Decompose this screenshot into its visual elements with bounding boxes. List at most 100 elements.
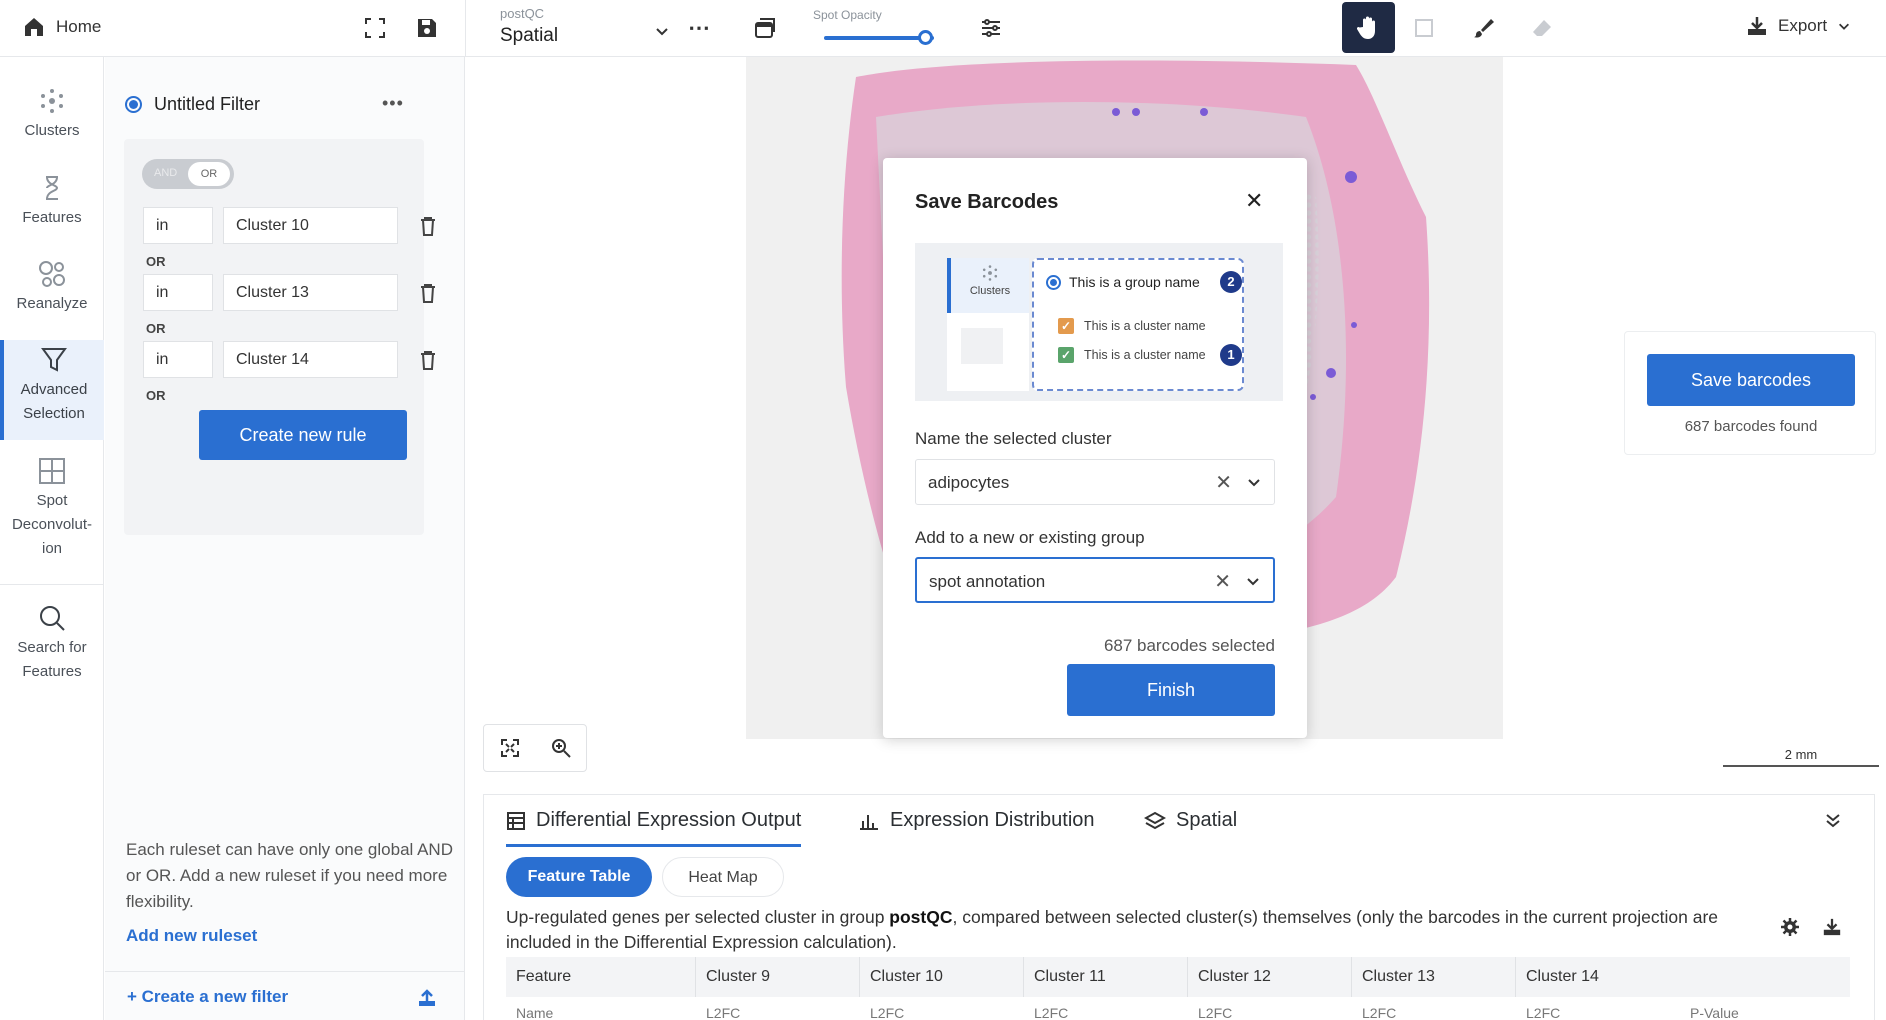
step-badge: 2 xyxy=(1220,271,1242,293)
subcolumn-header[interactable]: L2FC xyxy=(1516,997,1680,1020)
column-header[interactable]: Feature xyxy=(506,957,696,997)
trash-icon[interactable] xyxy=(420,283,436,303)
subcolumn-header[interactable]: L2FC xyxy=(1188,997,1352,1020)
rail-item-search-features[interactable]: Search for Features xyxy=(0,604,104,684)
illustration-group-label: This is a group name xyxy=(1069,274,1200,290)
table-icon xyxy=(507,811,525,830)
subcolumn-header[interactable]: L2FC xyxy=(1352,997,1516,1020)
column-header[interactable]: Cluster 13 xyxy=(1352,957,1516,997)
or-label: OR xyxy=(146,254,166,269)
fullscreen-icon[interactable] xyxy=(361,14,389,42)
rail-label: Reanalyze xyxy=(16,295,88,312)
settings-sliders-icon[interactable] xyxy=(977,14,1005,42)
barcodes-found-count: 687 barcodes found xyxy=(1684,418,1818,435)
rule-operator[interactable]: in xyxy=(143,207,213,244)
add-new-ruleset-link[interactable]: Add new ruleset xyxy=(126,926,257,946)
rail-item-reanalyze[interactable]: Reanalyze xyxy=(0,260,104,316)
create-new-filter-link[interactable]: + Create a new filter xyxy=(127,987,288,1007)
rail-item-advanced-selection[interactable]: Advanced Selection xyxy=(0,340,104,440)
tab-label: Expression Distribution xyxy=(890,809,1095,831)
tab-differential-expression[interactable]: Differential Expression Output xyxy=(506,809,802,847)
upload-icon[interactable] xyxy=(417,988,437,1008)
close-icon[interactable]: ✕ xyxy=(1245,188,1263,214)
clear-icon[interactable]: ✕ xyxy=(1214,569,1231,594)
illustration-placeholder xyxy=(961,328,1003,364)
barcodes-selected-count: 687 barcodes selected xyxy=(1103,636,1275,655)
group-select[interactable]: spot annotation ✕ xyxy=(915,557,1275,603)
rail-divider xyxy=(0,584,104,585)
column-header[interactable]: Cluster 11 xyxy=(1024,957,1188,997)
cluster-name-select[interactable]: adipocytes ✕ xyxy=(915,459,1275,505)
illustration-rail-label: Clusters xyxy=(969,285,1011,297)
tab-expression-distribution[interactable]: Expression Distribution xyxy=(858,809,1095,832)
top-bar: Home postQC Spatial ⋯ Spot Opacity Expor… xyxy=(0,0,1886,57)
clusters-icon xyxy=(951,264,1029,285)
brush-icon[interactable] xyxy=(1469,14,1497,42)
save-icon[interactable] xyxy=(413,14,441,42)
download-icon[interactable] xyxy=(1822,917,1842,937)
and-or-toggle[interactable]: AND OR xyxy=(142,159,234,189)
illustration-group-box: This is a group name 2 ✓ This is a clust… xyxy=(1032,258,1244,391)
rail-item-clusters[interactable]: Clusters xyxy=(0,87,104,143)
fit-to-screen-icon[interactable] xyxy=(484,725,535,771)
tab-spatial[interactable]: Spatial xyxy=(1144,809,1237,832)
table-subheader: Name L2FC L2FC L2FC L2FC L2FC L2FC P-Val… xyxy=(506,997,1850,1020)
subcolumn-header[interactable]: P-Value xyxy=(1680,997,1844,1020)
trash-icon[interactable] xyxy=(420,216,436,236)
save-barcodes-button[interactable]: Save barcodes xyxy=(1647,354,1855,406)
rule-value[interactable]: Cluster 14 xyxy=(223,341,398,378)
export-button[interactable]: Export xyxy=(1746,15,1851,37)
filter-radio[interactable] xyxy=(125,96,142,113)
subcolumn-header[interactable]: L2FC xyxy=(696,997,860,1020)
collapse-icon[interactable] xyxy=(1824,811,1842,829)
rule-value[interactable]: Cluster 10 xyxy=(223,207,398,244)
reanalyze-icon xyxy=(0,260,104,288)
or-label: OR xyxy=(146,321,166,336)
heat-map-pill[interactable]: Heat Map xyxy=(662,857,784,897)
grouping-illustration: Clusters This is a group name 2 ✓ This i… xyxy=(915,243,1283,401)
finish-button[interactable]: Finish xyxy=(1067,664,1275,716)
trash-icon[interactable] xyxy=(420,350,436,370)
ruleset-help-text: Each ruleset can have only one global AN… xyxy=(126,840,453,911)
zoom-in-icon[interactable] xyxy=(535,725,586,771)
column-header[interactable]: Cluster 10 xyxy=(860,957,1024,997)
column-header[interactable]: Cluster 14 xyxy=(1516,957,1850,997)
scale-bar: 2 mm xyxy=(1723,747,1879,767)
rule-operator[interactable]: in xyxy=(143,274,213,311)
layers-window-icon[interactable] xyxy=(752,14,780,42)
rectangle-select-icon[interactable] xyxy=(1410,14,1438,42)
chevron-down-icon xyxy=(1839,23,1850,30)
more-options-icon[interactable]: ••• xyxy=(382,93,404,114)
home-link[interactable]: Home xyxy=(22,15,101,39)
feature-table-pill[interactable]: Feature Table xyxy=(506,857,652,897)
gear-icon[interactable] xyxy=(1780,917,1800,937)
eraser-icon[interactable] xyxy=(1528,14,1556,42)
rule-value[interactable]: Cluster 13 xyxy=(223,274,398,311)
create-new-rule-button[interactable]: Create new rule xyxy=(199,410,407,460)
rail-item-features[interactable]: Features xyxy=(0,174,104,230)
projection-select[interactable]: Spatial xyxy=(500,25,558,47)
filter-title[interactable]: Untitled Filter xyxy=(125,94,260,115)
spot-opacity-label: Spot Opacity xyxy=(813,8,882,22)
layers-icon xyxy=(1144,811,1166,829)
column-header[interactable]: Cluster 9 xyxy=(696,957,860,997)
chevron-down-icon[interactable] xyxy=(1245,573,1261,589)
pan-tool-button[interactable] xyxy=(1342,2,1395,53)
column-header[interactable]: Cluster 12 xyxy=(1188,957,1352,997)
rail-label: Clusters xyxy=(24,122,80,139)
clear-icon[interactable]: ✕ xyxy=(1215,470,1232,495)
download-icon xyxy=(1748,17,1766,35)
rail-item-spot-deconvolution[interactable]: Spot Deconvolut-ion xyxy=(0,457,104,561)
subcolumn-header[interactable]: Name xyxy=(506,997,696,1020)
export-label: Export xyxy=(1778,16,1828,35)
chevron-down-icon[interactable] xyxy=(648,17,676,45)
hand-icon xyxy=(1356,16,1375,39)
rule-operator[interactable]: in xyxy=(143,341,213,378)
illustration-clusters-item: Clusters xyxy=(947,258,1029,313)
subcolumn-header[interactable]: L2FC xyxy=(1024,997,1188,1020)
slider-knob[interactable] xyxy=(918,30,933,45)
subcolumn-header[interactable]: L2FC xyxy=(860,997,1024,1020)
spatial-viewer[interactable]: Save Barcodes ✕ Clusters This is a group… xyxy=(466,57,1886,792)
more-options-icon[interactable]: ⋯ xyxy=(685,14,713,42)
chevron-down-icon[interactable] xyxy=(1246,474,1262,490)
